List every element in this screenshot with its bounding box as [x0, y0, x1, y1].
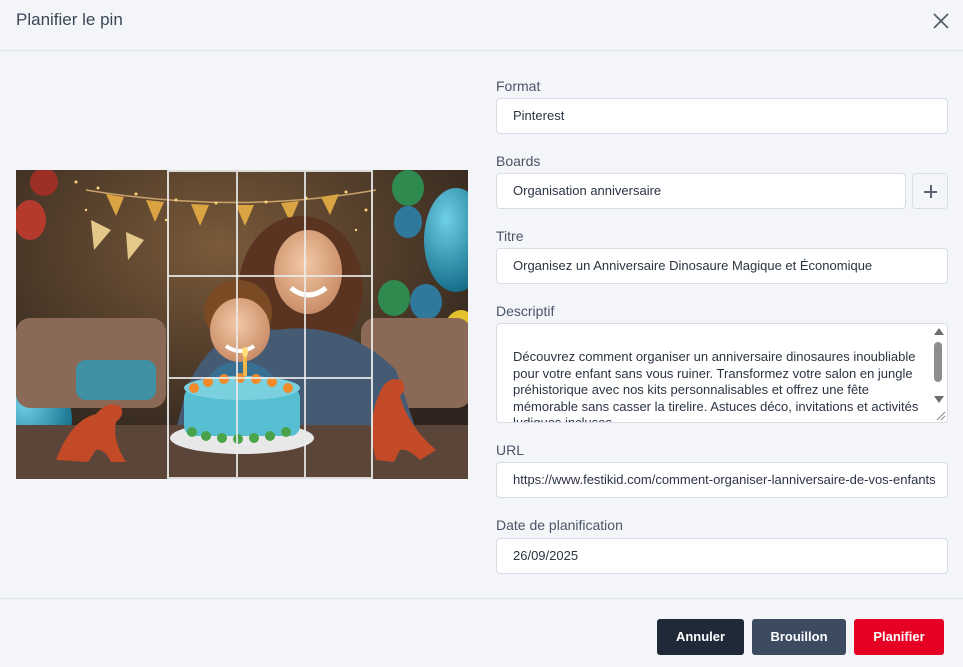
- resize-grip-icon[interactable]: [936, 411, 946, 421]
- close-button[interactable]: [928, 8, 954, 34]
- date-label: Date de planification: [496, 517, 623, 533]
- boards-label: Boards: [496, 153, 541, 169]
- descriptif-text: Découvrez comment organiser un anniversa…: [513, 349, 919, 423]
- titre-label: Titre: [496, 228, 524, 244]
- url-input[interactable]: https://www.festikid.com/comment-organis…: [496, 462, 948, 498]
- scroll-thumb[interactable]: [934, 342, 942, 382]
- titre-input[interactable]: Organisez un Anniversaire Dinosaure Magi…: [496, 248, 948, 284]
- date-input[interactable]: 26/09/2025: [496, 538, 948, 574]
- crop-grid-line: [304, 172, 306, 477]
- url-label: URL: [496, 442, 525, 458]
- crop-grid-line: [169, 377, 371, 379]
- descriptif-label: Descriptif: [496, 303, 555, 319]
- scroll-up-icon[interactable]: [934, 328, 944, 335]
- plus-icon-vertical: [930, 185, 932, 198]
- descriptif-scrollbar[interactable]: [931, 324, 947, 422]
- annuler-button[interactable]: Annuler: [657, 619, 744, 655]
- crop-grid-line: [169, 275, 371, 277]
- add-board-button[interactable]: [912, 173, 948, 209]
- format-select[interactable]: Pinterest: [496, 98, 948, 134]
- crop-frame[interactable]: [167, 170, 373, 479]
- scroll-down-icon[interactable]: [934, 396, 944, 403]
- format-label: Format: [496, 78, 541, 94]
- crop-grid-line: [236, 172, 238, 477]
- modal-header: Planifier le pin: [0, 0, 963, 51]
- boards-select[interactable]: Organisation anniversaire: [496, 173, 906, 209]
- pin-image-preview: [16, 170, 468, 479]
- brouillon-button[interactable]: Brouillon: [752, 619, 846, 655]
- descriptif-textarea[interactable]: Découvrez comment organiser un anniversa…: [496, 323, 948, 423]
- modal-title: Planifier le pin: [16, 10, 123, 29]
- close-icon: [933, 13, 949, 29]
- planifier-button[interactable]: Planifier: [854, 619, 944, 655]
